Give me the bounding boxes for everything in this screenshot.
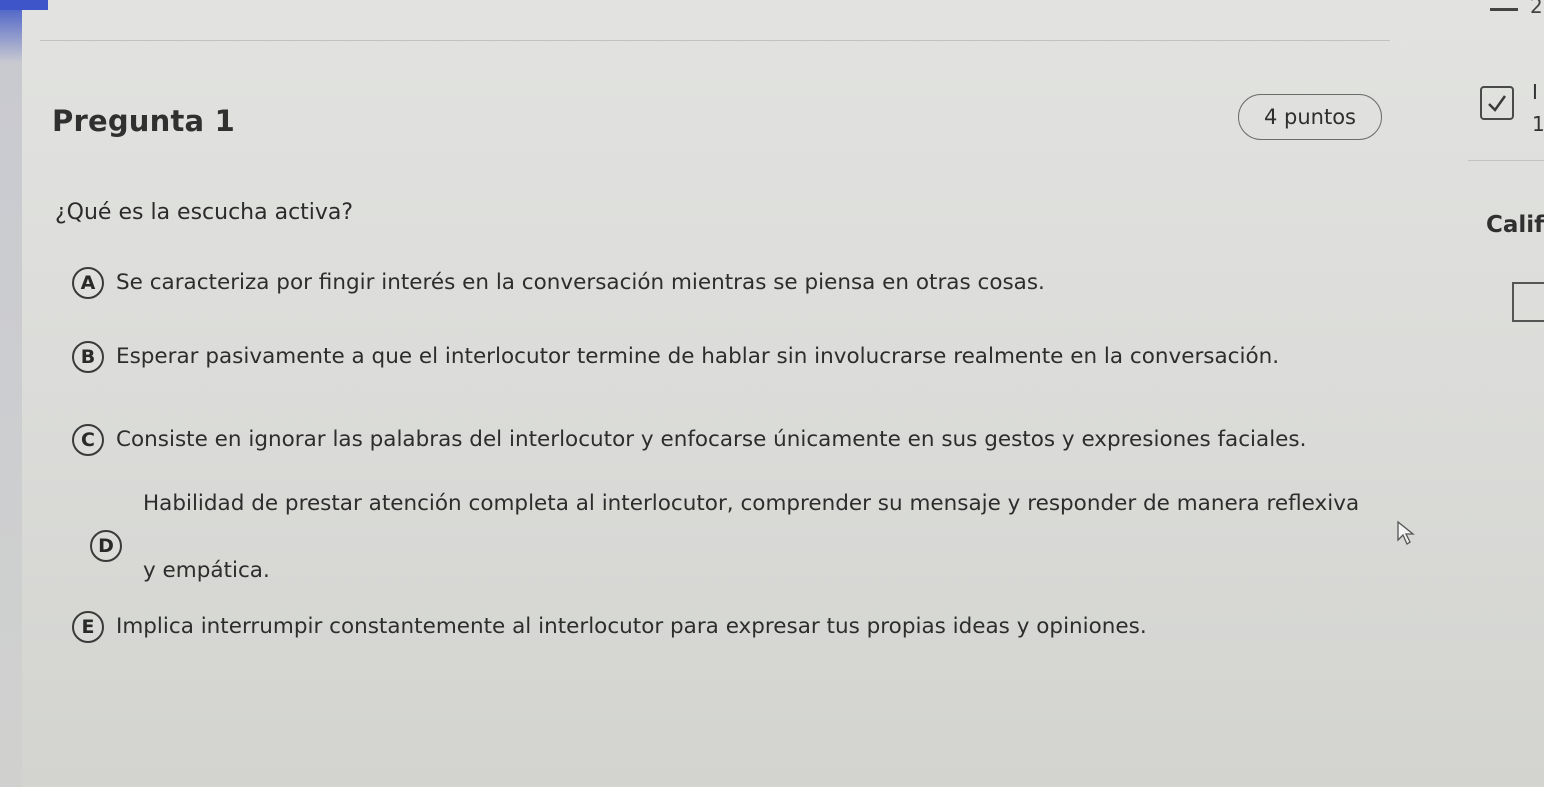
option-text[interactable]: Habilidad de prestar atención completa a… [143, 488, 1359, 520]
side-divider [1468, 160, 1544, 161]
grade-label: Calific [1486, 212, 1544, 238]
option-letter-circle[interactable]: E [72, 611, 104, 643]
left-accent-strip [0, 0, 22, 787]
option-text[interactable]: Consiste en ignorar las palabras del int… [116, 424, 1306, 456]
checkbox-checked-icon[interactable] [1480, 86, 1514, 120]
option-a[interactable]: A Se caracteriza por fingir interés en l… [72, 267, 1045, 299]
option-text[interactable]: y empática. [143, 555, 270, 587]
option-e[interactable]: E Implica interrumpir constantemente al … [72, 611, 1147, 643]
minimize-icon[interactable] [1490, 8, 1518, 11]
points-badge: 4 puntos [1238, 94, 1382, 140]
top-divider [40, 40, 1390, 41]
side-cut-text: 1 [1532, 112, 1544, 136]
top-accent-bar [0, 0, 48, 10]
grade-input-box[interactable] [1512, 282, 1544, 322]
option-b[interactable]: B Esperar pasivamente a que el interlocu… [72, 341, 1279, 373]
option-letter-circle[interactable]: A [72, 267, 104, 299]
option-text[interactable]: Esperar pasivamente a que el interlocuto… [116, 341, 1279, 373]
option-c[interactable]: C Consiste en ignorar las palabras del i… [72, 424, 1306, 456]
option-letter-circle[interactable]: C [72, 424, 104, 456]
mouse-pointer-icon [1396, 520, 1416, 550]
option-text[interactable]: Se caracteriza por fingir interés en la … [116, 267, 1045, 299]
option-letter-circle[interactable]: D [90, 530, 122, 562]
option-text[interactable]: Implica interrumpir constantemente al in… [116, 611, 1147, 643]
option-letter-circle[interactable]: B [72, 341, 104, 373]
side-cut-text: I [1532, 80, 1538, 104]
question-text: ¿Qué es la escucha activa? [55, 200, 354, 225]
corner-number: 2 [1530, 0, 1543, 18]
question-title: Pregunta 1 [52, 104, 235, 138]
